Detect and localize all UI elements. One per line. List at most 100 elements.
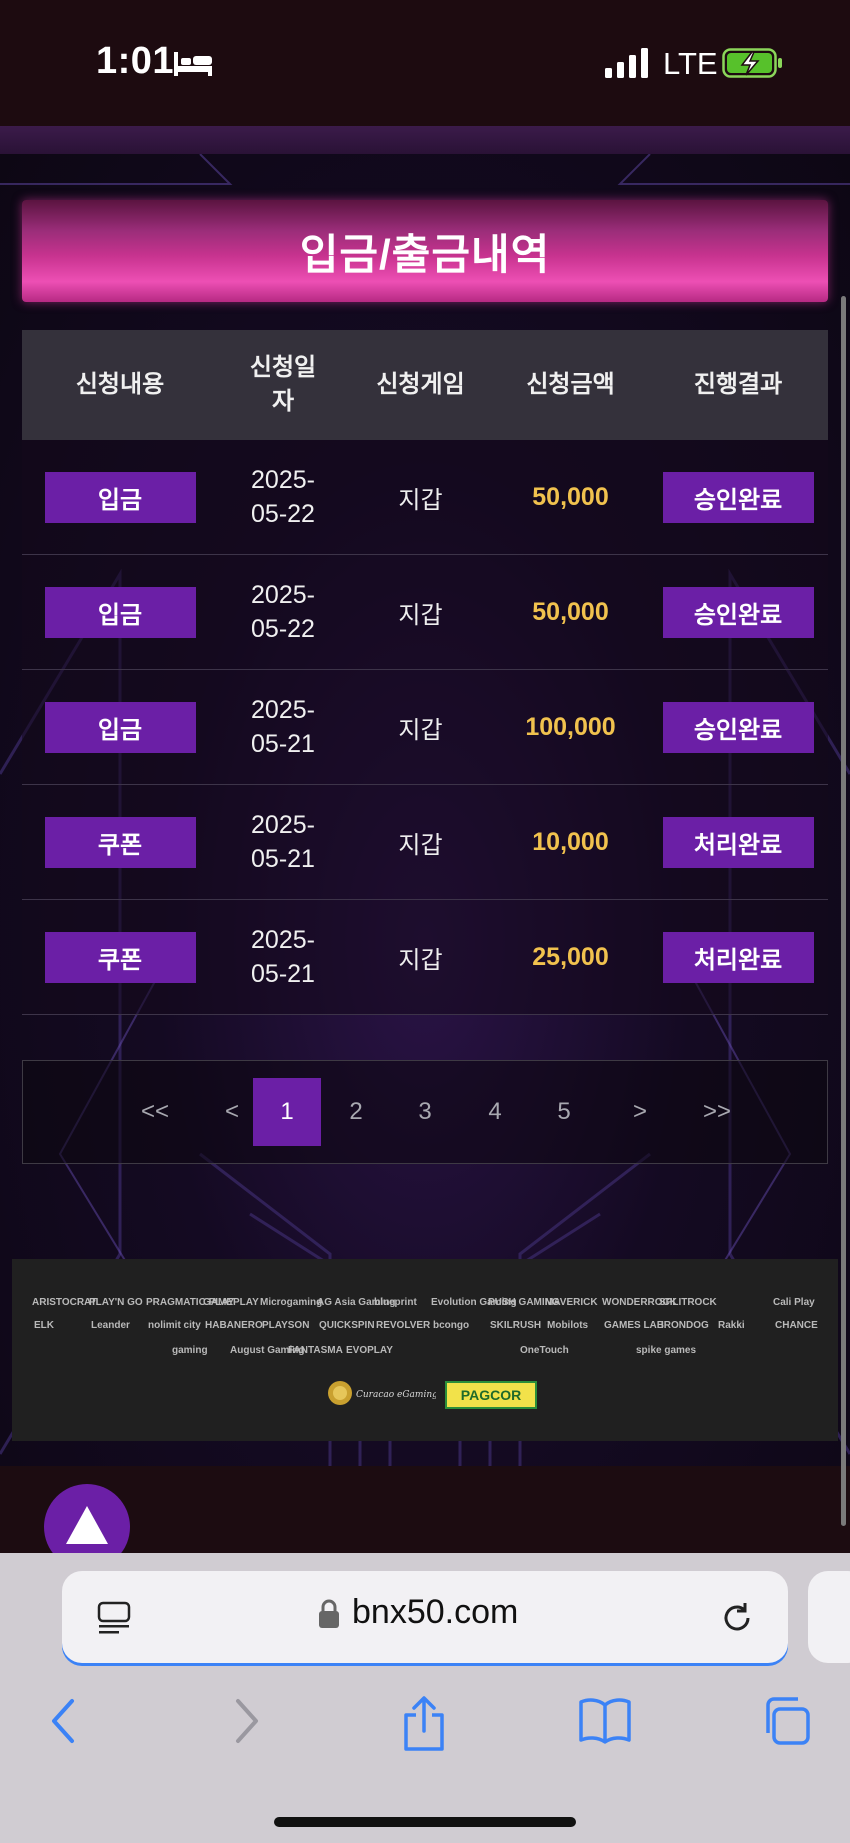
type-badge: 입금 (44, 586, 196, 638)
row-date: 2025- 05-21 (251, 811, 315, 873)
header-date-line1: 신청일 (249, 354, 317, 381)
address-bar[interactable]: bnx50.com (62, 1571, 788, 1663)
status-bar: 1:01 LTE (0, 0, 850, 126)
status-time: 1:01 (96, 40, 175, 82)
provider-logo: SKILRUSH (490, 1320, 542, 1331)
provider-logo: HABANERO (205, 1320, 263, 1331)
share-icon[interactable] (400, 1695, 448, 1751)
provider-logo: nolimit city (148, 1320, 201, 1331)
status-badge: 처리완료 (662, 931, 814, 983)
provider-logo: QUICKSPIN (319, 1320, 375, 1331)
provider-logo: PLAY'N GO (89, 1297, 143, 1308)
provider-logo: REVOLVER (376, 1320, 431, 1331)
provider-logo: FANTASMA (288, 1345, 343, 1356)
row-amount: 10,000 (532, 827, 609, 856)
status-badge: 처리완료 (662, 816, 814, 868)
provider-logo: OneTouch (520, 1345, 569, 1356)
page-1-button[interactable]: 1 (253, 1078, 321, 1146)
status-badge: 승인완료 (662, 471, 814, 523)
provider-logo: Cali Play (773, 1297, 815, 1308)
reload-icon[interactable] (718, 1599, 756, 1637)
page-5-button[interactable]: 5 (530, 1078, 598, 1146)
row-game: 지갑 (398, 946, 443, 974)
last-page-button[interactable]: >> (683, 1078, 751, 1146)
status-badge: 승인완료 (662, 586, 814, 638)
table-header: 신청내용 신청일 자 신청게임 신청금액 진행결과 (22, 330, 828, 440)
page-title-banner: 입금/출금내역 (22, 200, 828, 302)
status-badge: 승인완료 (662, 701, 814, 753)
next-tab-peek[interactable] (808, 1571, 850, 1663)
row-game: 지갑 (398, 601, 443, 629)
provider-logo: ARISTOCRAT (32, 1297, 97, 1308)
row-amount: 100,000 (525, 712, 616, 741)
row-amount: 25,000 (532, 942, 609, 971)
type-badge: 입금 (44, 471, 196, 523)
network-label: LTE (663, 46, 718, 81)
provider-logo: bcongo (433, 1320, 470, 1331)
pagination: << < 1 2 3 4 5 > >> (22, 1060, 828, 1164)
provider-logo: Leander (91, 1320, 130, 1331)
provider-logo: ELK (34, 1320, 54, 1331)
type-badge: 입금 (44, 701, 196, 753)
next-page-button[interactable]: > (606, 1078, 674, 1146)
sleep-mode-icon (174, 52, 212, 76)
battery-charging-icon (722, 48, 782, 78)
header-date-line2: 자 (271, 388, 295, 415)
row-date: 2025- 05-22 (251, 581, 315, 643)
table-row: 쿠폰 2025- 05-21 지갑 25,000 처리완료 (22, 900, 828, 1015)
pagcor-license-logo: PAGCOR (445, 1381, 537, 1409)
cellular-signal-icon (605, 48, 648, 78)
row-date: 2025- 05-21 (251, 696, 315, 758)
provider-logo: PLAYSON (262, 1320, 310, 1331)
tabs-icon[interactable] (760, 1695, 812, 1747)
row-date: 2025- 05-21 (251, 926, 315, 988)
page-title: 입금/출금내역 (299, 230, 551, 278)
provider-logo: MAVERICK (545, 1297, 598, 1308)
row-game: 지갑 (398, 831, 443, 859)
svg-text:Curacao eGaming: Curacao eGaming (356, 1390, 436, 1400)
header-game: 신청게임 (376, 371, 465, 398)
bookmarks-icon[interactable] (578, 1695, 632, 1745)
page-menu-icon[interactable] (96, 1601, 132, 1635)
provider-logo: blueprint (374, 1297, 417, 1308)
type-badge: 쿠폰 (44, 816, 196, 868)
back-icon[interactable] (46, 1695, 80, 1747)
page-2-button[interactable]: 2 (322, 1078, 390, 1146)
table-row: 입금 2025- 05-22 지갑 50,000 승인완료 (22, 440, 828, 555)
provider-logo: EVOPLAY (346, 1345, 393, 1356)
provider-logo: gaming (172, 1345, 208, 1356)
browser-toolbar: bnx50.com (0, 1553, 850, 1843)
row-date: 2025- 05-22 (251, 466, 315, 528)
provider-logos-footer: ARISTOCRAT PLAY'N GO PRAGMATIC PLAY GAMEPLA… (12, 1259, 838, 1441)
transaction-table: 신청내용 신청일 자 신청게임 신청금액 진행결과 입금 2025- 05-22 … (22, 330, 828, 1015)
first-page-button[interactable]: << (121, 1078, 189, 1146)
provider-logo: GAMEPLAY (203, 1297, 259, 1308)
table-row: 쿠폰 2025- 05-21 지갑 10,000 처리완료 (22, 785, 828, 900)
row-amount: 50,000 (532, 597, 609, 626)
table-row: 입금 2025- 05-21 지갑 100,000 승인완료 (22, 670, 828, 785)
provider-logo: spike games (636, 1345, 697, 1356)
type-badge: 쿠폰 (44, 931, 196, 983)
table-row: 입금 2025- 05-22 지갑 50,000 승인완료 (22, 555, 828, 670)
provider-logo: Microgaming (260, 1297, 323, 1308)
page-4-button[interactable]: 4 (461, 1078, 529, 1146)
header-amount: 신청금액 (526, 371, 615, 398)
row-game: 지갑 (398, 486, 443, 514)
page-3-button[interactable]: 3 (391, 1078, 459, 1146)
header-type: 신청내용 (75, 371, 165, 398)
row-amount: 50,000 (532, 482, 609, 511)
row-game: 지갑 (398, 716, 443, 744)
provider-logo: Mobilots (547, 1320, 589, 1331)
header-status: 진행결과 (693, 371, 783, 398)
provider-logo: SPLITROCK (659, 1297, 717, 1308)
page-scrollbar[interactable] (841, 296, 846, 1526)
top-nav-strip (0, 126, 850, 156)
url-text[interactable]: bnx50.com (352, 1593, 518, 1632)
provider-logo: IRONDOG (661, 1320, 709, 1331)
provider-logo: GAMES LAB (604, 1320, 664, 1331)
header-date: 신청일 자 (218, 351, 348, 419)
home-indicator[interactable] (274, 1817, 576, 1827)
provider-logo: CHANCE (775, 1320, 818, 1331)
provider-logo: Rakki (718, 1320, 745, 1331)
forward-icon[interactable] (230, 1695, 264, 1747)
